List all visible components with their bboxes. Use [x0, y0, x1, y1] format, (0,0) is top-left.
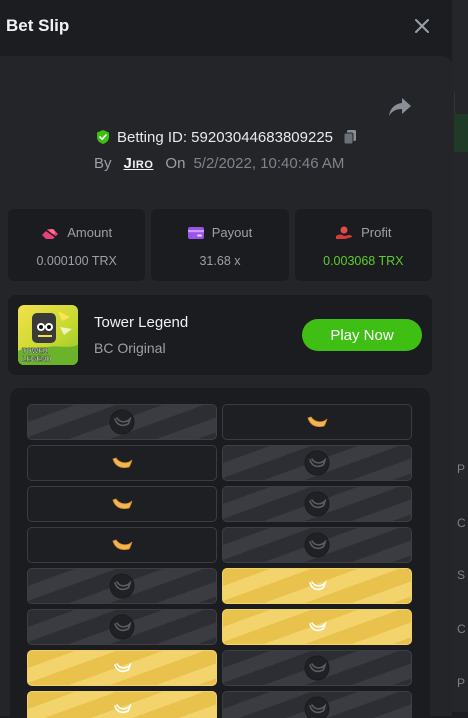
background-text: P	[457, 676, 466, 690]
background-chart-line	[454, 92, 468, 114]
board-tile-gold	[222, 568, 412, 604]
tower-legend-logo-icon: TOWER LEGEND	[18, 311, 78, 365]
background-page: P C S C P	[452, 0, 468, 712]
profit-card: Profit 0.003068 TRX	[294, 209, 432, 281]
board-tile-empty	[222, 691, 412, 718]
board-tile-gold	[27, 691, 217, 718]
share-icon[interactable]	[388, 96, 412, 118]
profit-label: Profit	[361, 225, 392, 240]
board-tile-empty	[222, 486, 412, 522]
by-label: By	[94, 154, 112, 172]
verified-shield-icon	[96, 130, 109, 144]
bet-date: 5/2/2022, 10:40:46 AM	[193, 154, 345, 172]
background-chart-bar	[454, 114, 468, 152]
background-text: C	[457, 622, 466, 636]
background-text: S	[457, 568, 466, 582]
amount-value: 0.000100 TRX	[36, 254, 117, 268]
banana-icon	[307, 416, 328, 427]
board-tile-empty	[222, 445, 412, 481]
modal-title: Bet Slip	[6, 16, 70, 35]
banana-icon	[112, 457, 133, 468]
tile-logo-icon	[309, 580, 327, 591]
payout-card: Payout 31.68 x	[151, 209, 289, 281]
profit-icon	[336, 226, 353, 239]
tile-logo-icon	[304, 696, 330, 718]
board-tile-empty	[27, 609, 217, 645]
amount-card: Amount 0.000100 TRX	[8, 209, 146, 281]
board-tile-banana	[27, 445, 217, 481]
game-name: Tower Legend	[94, 314, 189, 331]
board-tile-empty	[222, 527, 412, 563]
payout-label: Payout	[211, 225, 253, 240]
wallet-icon	[187, 226, 204, 239]
tile-logo-icon	[304, 655, 330, 681]
board-tile-gold	[27, 650, 217, 686]
tile-logo-icon	[109, 614, 135, 640]
banana-icon	[112, 498, 133, 509]
background-text: C	[457, 516, 466, 530]
amount-label: Amount	[67, 225, 113, 240]
game-provider: BC Original	[94, 340, 166, 356]
tile-logo-icon	[304, 532, 330, 558]
banana-icon	[112, 539, 133, 550]
profit-value: 0.003068 TRX	[323, 254, 404, 268]
board-tile-empty	[27, 404, 217, 440]
tile-logo-icon	[114, 703, 132, 714]
tile-logo-icon	[309, 621, 327, 632]
modal-header: Bet Slip	[0, 0, 452, 56]
background-text: P	[457, 462, 466, 476]
game-board	[10, 388, 430, 718]
tile-logo-icon	[304, 450, 330, 476]
svg-text:LEGEND: LEGEND	[22, 356, 51, 363]
user-link[interactable]: Jiro	[124, 155, 154, 172]
tile-logo-icon	[109, 573, 135, 599]
bet-stats: Amount 0.000100 TRX Payout 31.68 x Profi…	[8, 209, 432, 281]
board-tile-empty	[27, 568, 217, 604]
tile-logo-icon	[304, 491, 330, 517]
board-tile-empty	[222, 650, 412, 686]
tile-logo-icon	[109, 409, 135, 435]
tile-logo-icon	[114, 662, 132, 673]
betting-id-row: Betting ID: 59203044683809225	[0, 126, 452, 148]
payout-value: 31.68 x	[199, 254, 241, 268]
copy-icon[interactable]	[343, 129, 357, 145]
on-label: On	[165, 154, 186, 172]
board-tile-gold	[222, 609, 412, 645]
board-tile-banana	[27, 527, 217, 563]
game-thumbnail[interactable]: TOWER LEGEND	[18, 305, 78, 365]
board-tile-banana	[27, 486, 217, 522]
close-icon[interactable]	[410, 14, 434, 38]
game-card: TOWER LEGEND Tower Legend BC Original Pl…	[8, 295, 432, 375]
amount-icon	[42, 226, 59, 239]
bet-meta-row: By Jiro On 5/2/2022, 10:40:46 AM	[94, 152, 344, 174]
betting-id: Betting ID: 59203044683809225	[116, 128, 334, 146]
play-now-button[interactable]: Play Now	[302, 319, 422, 351]
board-tile-banana	[222, 404, 412, 440]
svg-text:TOWER: TOWER	[22, 348, 48, 355]
